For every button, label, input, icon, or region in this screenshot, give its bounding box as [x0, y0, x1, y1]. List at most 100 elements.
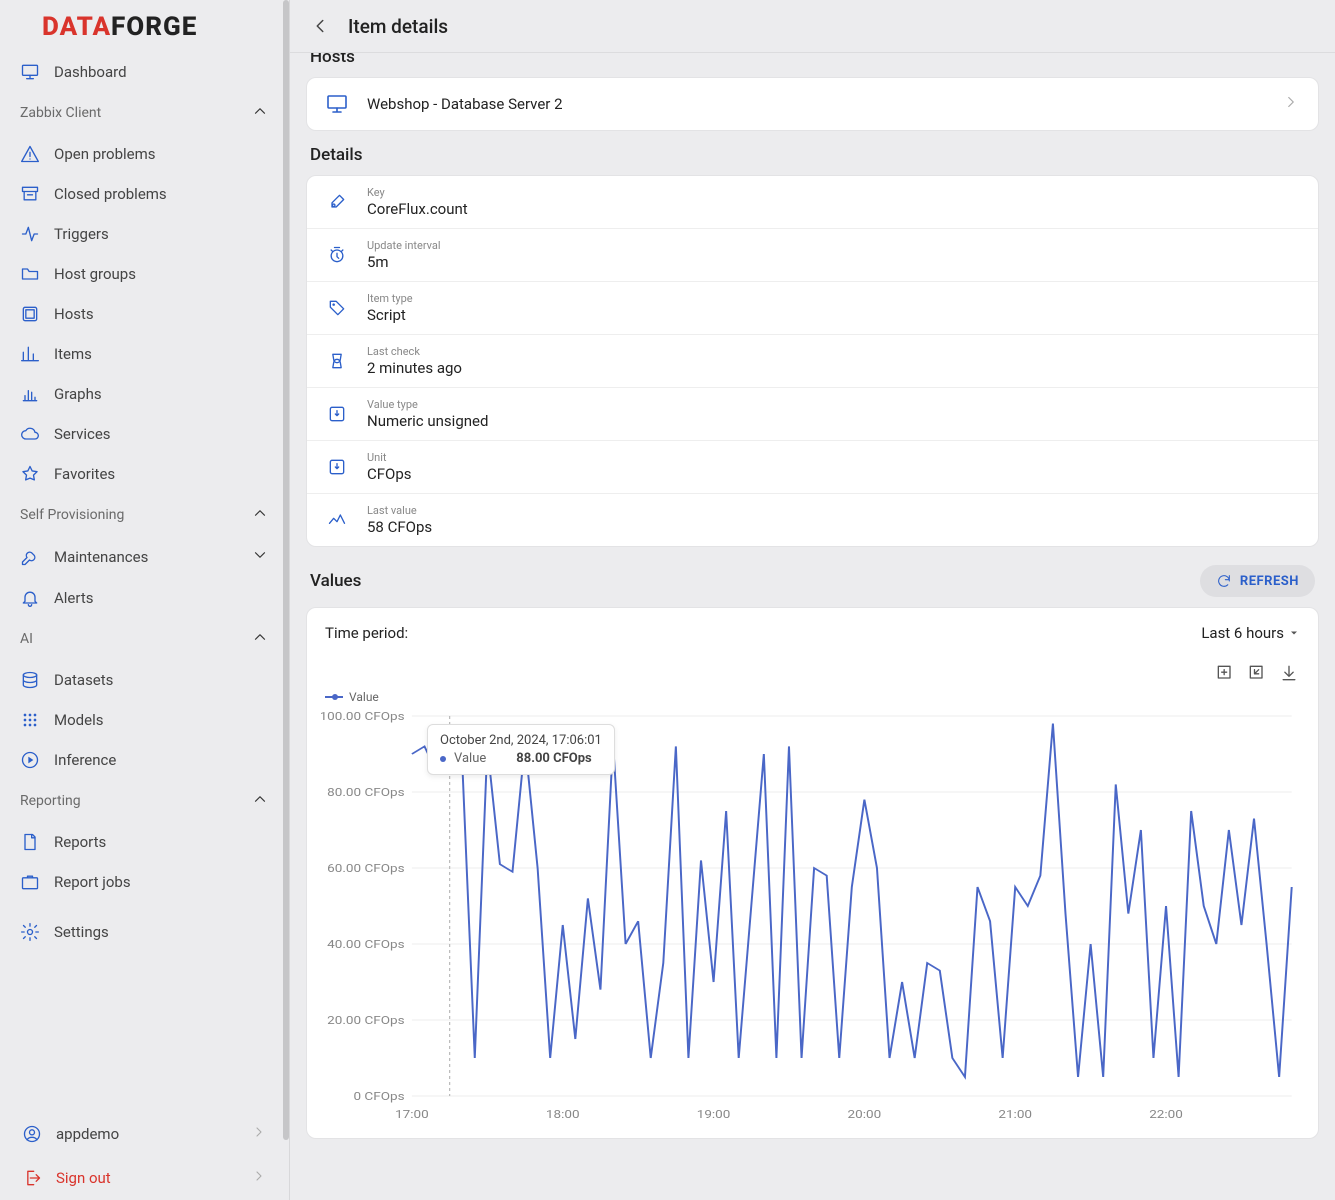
detail-value: 5m — [367, 253, 441, 271]
detail-label: Last value — [367, 504, 432, 517]
section-self-provisioning[interactable]: Self Provisioning — [0, 494, 289, 536]
nav-datasets[interactable]: Datasets — [0, 660, 289, 700]
nav-triggers[interactable]: Triggers — [0, 214, 289, 254]
server-icon — [20, 304, 40, 324]
detail-label: Unit — [367, 451, 412, 464]
nav-host-groups[interactable]: Host groups — [0, 254, 289, 294]
detail-label: Update interval — [367, 239, 441, 252]
database-icon — [20, 670, 40, 690]
detail-icon — [325, 190, 349, 214]
nav-label: Reports — [54, 833, 106, 851]
nav-label: Settings — [54, 923, 109, 941]
details-title: Details — [310, 145, 1315, 165]
period-selector[interactable]: Last 6 hours — [1201, 624, 1300, 642]
detail-value: 58 CFOps — [367, 518, 432, 536]
nav-label: Inference — [54, 751, 116, 769]
nav-label: Maintenances — [54, 548, 148, 566]
nav-graphs[interactable]: Graphs — [0, 374, 289, 414]
nav-services[interactable]: Services — [0, 414, 289, 454]
download-tool[interactable] — [1278, 662, 1300, 684]
back-button[interactable] — [308, 14, 332, 38]
refresh-label: REFRESH — [1240, 574, 1299, 589]
chevron-up-icon — [251, 102, 269, 124]
nav-reports[interactable]: Reports — [0, 822, 289, 862]
monitor-icon — [20, 62, 40, 82]
nav-label: Closed problems — [54, 185, 167, 203]
detail-value: Numeric unsigned — [367, 412, 488, 430]
refresh-button[interactable]: REFRESH — [1200, 565, 1315, 597]
nav-signout[interactable]: Sign out — [0, 1156, 289, 1200]
chevron-right-icon — [251, 1124, 267, 1144]
zoom-in-tool[interactable] — [1214, 662, 1236, 684]
nav-user[interactable]: appdemo — [0, 1112, 289, 1156]
chevron-right-icon — [1282, 93, 1300, 115]
section-reporting[interactable]: Reporting — [0, 780, 289, 822]
legend-label: Value — [349, 690, 379, 704]
svg-text:20.00 CFOps: 20.00 CFOps — [327, 1015, 404, 1027]
nav-hosts[interactable]: Hosts — [0, 294, 289, 334]
main: Item details Hosts Webshop - Database Se… — [290, 0, 1335, 1200]
section-ai[interactable]: AI — [0, 618, 289, 660]
chevron-right-icon — [251, 1168, 267, 1188]
details-card: KeyCoreFlux.countUpdate interval5mItem t… — [306, 175, 1319, 547]
section-label: Self Provisioning — [20, 507, 124, 523]
nav-label: Datasets — [54, 671, 113, 689]
nav-report-jobs[interactable]: Report jobs — [0, 862, 289, 902]
nav-open-problems[interactable]: Open problems — [0, 134, 289, 174]
detail-label: Last check — [367, 345, 462, 358]
period-label: Time period: — [325, 624, 408, 642]
nav-label: Models — [54, 711, 103, 729]
nav-settings[interactable]: Settings — [0, 912, 289, 952]
chart-icon — [20, 384, 40, 404]
refresh-icon — [1216, 573, 1232, 589]
nav-models[interactable]: Models — [0, 700, 289, 740]
hosts-title: Hosts — [310, 53, 1315, 67]
legend-marker — [325, 696, 343, 698]
values-title: Values — [310, 571, 361, 591]
nav-inference[interactable]: Inference — [0, 740, 289, 780]
nav-dashboard[interactable]: Dashboard — [0, 52, 289, 92]
grid-dots-icon — [20, 710, 40, 730]
sidebar-scrollbar[interactable] — [283, 0, 289, 1140]
detail-icon — [325, 296, 349, 320]
svg-text:20:00: 20:00 — [848, 1109, 882, 1121]
host-row[interactable]: Webshop - Database Server 2 — [307, 78, 1318, 130]
nav-label: Open problems — [54, 145, 156, 163]
nav-label: Alerts — [54, 589, 94, 607]
nav-favorites[interactable]: Favorites — [0, 454, 289, 494]
detail-row: KeyCoreFlux.count — [307, 176, 1318, 228]
cloud-icon — [20, 424, 40, 444]
zoom-reset-tool[interactable] — [1246, 662, 1268, 684]
detail-icon — [325, 455, 349, 479]
section-label: AI — [20, 631, 33, 647]
svg-text:60.00 CFOps: 60.00 CFOps — [327, 863, 404, 875]
section-zabbix[interactable]: Zabbix Client — [0, 92, 289, 134]
nav-label: Favorites — [54, 465, 115, 483]
nav-closed-problems[interactable]: Closed problems — [0, 174, 289, 214]
section-label: Zabbix Client — [20, 105, 101, 121]
detail-label: Value type — [367, 398, 488, 411]
svg-text:17:00: 17:00 — [395, 1109, 429, 1121]
nav-label: Triggers — [54, 225, 109, 243]
detail-value: Script — [367, 306, 413, 324]
nav-items[interactable]: Items — [0, 334, 289, 374]
detail-value: CFOps — [367, 465, 412, 483]
detail-icon — [325, 402, 349, 426]
period-row: Time period: Last 6 hours — [307, 608, 1318, 658]
detail-row: Update interval5m — [307, 228, 1318, 281]
chart[interactable]: 0 CFOps20.00 CFOps40.00 CFOps60.00 CFOps… — [307, 706, 1318, 1138]
chevron-up-icon — [251, 628, 269, 650]
nav-alerts[interactable]: Alerts — [0, 578, 289, 618]
wrench-icon — [20, 547, 40, 567]
nav-label: Dashboard — [54, 63, 127, 81]
archive-icon — [20, 184, 40, 204]
svg-text:18:00: 18:00 — [546, 1109, 580, 1121]
monitor-icon — [325, 92, 349, 116]
nav-label: Host groups — [54, 265, 136, 283]
detail-icon — [325, 508, 349, 532]
nav-maintenances[interactable]: Maintenances — [0, 536, 289, 578]
bell-icon — [20, 588, 40, 608]
detail-label: Key — [367, 186, 468, 199]
nav-label: Graphs — [54, 385, 102, 403]
star-icon — [20, 464, 40, 484]
